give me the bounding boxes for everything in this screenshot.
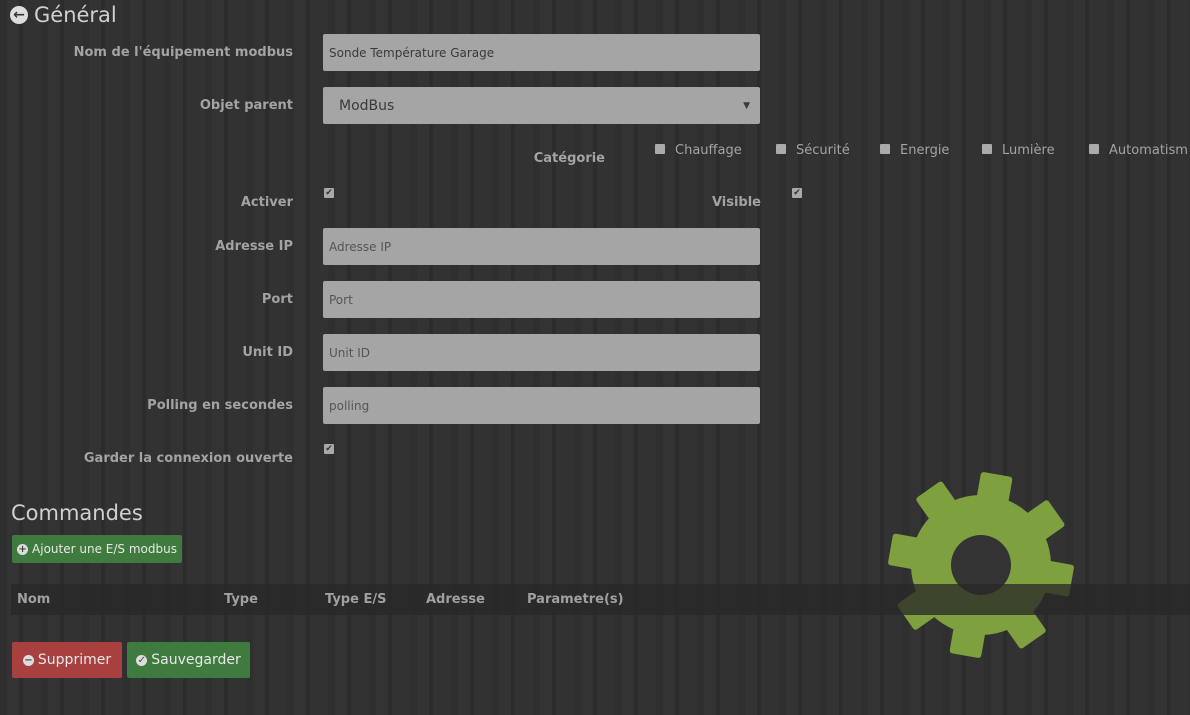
activate-checkbox[interactable]: ✔ — [324, 188, 334, 198]
category-automatism[interactable]: Automatism — [1089, 143, 1188, 158]
general-title: Général — [34, 3, 117, 27]
unit-id-label: Unit ID — [242, 345, 293, 360]
delete-text: Supprimer — [37, 652, 112, 668]
category-text: Chauffage — [675, 143, 742, 158]
keep-connection-checkbox[interactable]: ✔ — [324, 444, 334, 454]
checkbox[interactable] — [1089, 144, 1099, 154]
parent-label: Objet parent — [199, 98, 293, 113]
category-chauffage[interactable]: Chauffage — [655, 143, 742, 158]
name-label: Nom de l'équipement modbus — [73, 45, 293, 60]
column-type-es: Type E/S — [318, 584, 420, 615]
minus-circle-icon: − — [22, 654, 34, 666]
port-label: Port — [261, 292, 293, 307]
gear-icon — [887, 472, 1075, 659]
unit-id-input[interactable] — [323, 334, 760, 371]
arrow-circle-left-icon[interactable]: ← — [10, 6, 28, 24]
column-parametres: Parametre(s) — [520, 584, 1190, 615]
column-nom: Nom — [17, 592, 51, 607]
ip-label: Adresse IP — [215, 239, 293, 254]
parent-value: ModBus — [339, 97, 395, 114]
visible-checkbox[interactable]: ✔ — [792, 188, 802, 198]
caret-down-icon: ▼ — [743, 100, 750, 111]
activate-label: Activer — [240, 195, 293, 210]
checkbox[interactable] — [776, 144, 786, 154]
polling-label: Polling en secondes — [147, 398, 293, 413]
column-adresse: Adresse — [419, 584, 521, 615]
add-command-text: Ajouter une E/S modbus — [32, 542, 177, 556]
save-button[interactable]: ✓ Sauvegarder — [127, 642, 250, 678]
category-text: Automatism — [1109, 143, 1188, 158]
check-circle-icon: ✓ — [136, 654, 148, 666]
commands-table: Nom Type Type E/S Adresse Parametre(s) — [11, 584, 1190, 615]
polling-input[interactable] — [323, 387, 760, 424]
commands-title: Commandes — [11, 501, 143, 525]
checkbox[interactable] — [880, 144, 890, 154]
section-title: ← Général — [10, 3, 117, 27]
plus-circle-icon: + — [17, 543, 29, 555]
delete-button[interactable]: − Supprimer — [12, 642, 122, 678]
ip-input[interactable] — [323, 228, 760, 265]
table-header-row: Nom Type Type E/S Adresse Parametre(s) — [11, 584, 1190, 615]
save-text: Sauvegarder — [151, 652, 241, 668]
port-input[interactable] — [323, 281, 760, 318]
add-command-button[interactable]: + Ajouter une E/S modbus — [12, 535, 182, 563]
column-type: Type — [217, 584, 319, 615]
equipment-name-input[interactable] — [323, 34, 760, 71]
category-lumiere[interactable]: Lumière — [982, 143, 1055, 158]
category-label: Catégorie — [533, 151, 605, 166]
category-energie[interactable]: Energie — [880, 143, 949, 158]
visible-label: Visible — [711, 195, 761, 210]
category-securite[interactable]: Sécurité — [776, 143, 850, 158]
keep-connection-label: Garder la connexion ouverte — [83, 451, 293, 466]
category-text: Energie — [900, 143, 950, 158]
category-text: Sécurité — [796, 143, 850, 158]
checkbox[interactable] — [982, 144, 992, 154]
checkbox[interactable] — [655, 144, 665, 154]
parent-select[interactable]: ModBus ▼ — [323, 87, 760, 124]
category-text: Lumière — [1002, 143, 1055, 158]
